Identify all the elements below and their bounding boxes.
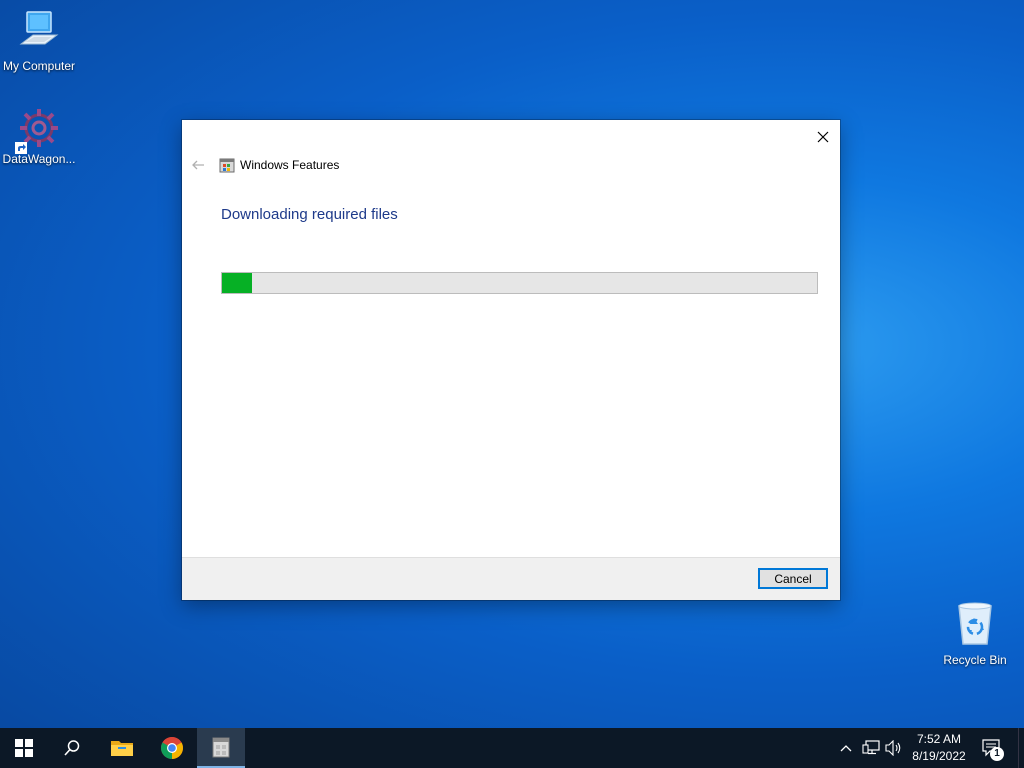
file-explorer-button[interactable] <box>98 728 146 768</box>
desktop-icon-label: My Computer <box>2 59 76 73</box>
volume-button[interactable] <box>884 738 904 758</box>
computer-icon <box>1 8 77 57</box>
windows-features-icon <box>212 737 230 758</box>
taskbar: 7:52 AM 8/19/2022 1 <box>0 728 1024 768</box>
show-hidden-icons-button[interactable] <box>836 738 856 758</box>
windows-features-dialog: Windows Features Downloading required fi… <box>182 120 840 600</box>
datawagon-gear-icon <box>15 106 61 154</box>
download-progress-bar <box>221 272 818 294</box>
back-arrow-icon <box>192 160 204 170</box>
windows-features-icon <box>219 157 235 173</box>
chrome-button[interactable] <box>148 728 196 768</box>
status-heading: Downloading required files <box>221 206 398 223</box>
chevron-up-icon <box>840 745 852 752</box>
recycle-bin-icon <box>937 600 1013 651</box>
windows-logo-icon <box>15 739 33 757</box>
close-icon <box>817 131 829 143</box>
desktop-icon-label: DataWagon... <box>2 152 76 166</box>
desktop-icon-datawagon[interactable]: DataWagon... <box>1 106 77 166</box>
progress-fill <box>222 273 252 293</box>
cancel-button[interactable]: Cancel <box>758 568 828 589</box>
volume-icon <box>885 740 901 756</box>
show-desktop-button[interactable] <box>1018 728 1024 768</box>
clock-date: 8/19/2022 <box>912 749 966 763</box>
start-button[interactable] <box>0 728 48 768</box>
chrome-icon <box>161 737 183 759</box>
notification-count-badge: 1 <box>990 747 1004 761</box>
network-button[interactable] <box>861 738 881 758</box>
desktop-icon-my-computer[interactable]: My Computer <box>1 8 77 73</box>
back-button[interactable] <box>191 158 205 172</box>
folder-icon <box>111 741 133 756</box>
desktop-icon-label: Recycle Bin <box>943 653 1007 667</box>
windows-features-taskbar-button[interactable] <box>197 728 245 768</box>
network-icon <box>862 740 880 755</box>
clock-time: 7:52 AM <box>916 732 962 746</box>
dialog-footer: Cancel <box>182 557 840 600</box>
search-button[interactable] <box>48 728 96 768</box>
close-button[interactable] <box>812 126 834 148</box>
action-center-button[interactable]: 1 <box>980 736 1006 762</box>
clock[interactable]: 7:52 AM 8/19/2022 <box>906 731 972 765</box>
search-icon <box>64 740 80 756</box>
desktop-icon-recycle-bin[interactable]: Recycle Bin <box>937 600 1013 667</box>
shortcut-arrow-icon <box>15 142 27 154</box>
dialog-title: Windows Features <box>240 158 340 172</box>
